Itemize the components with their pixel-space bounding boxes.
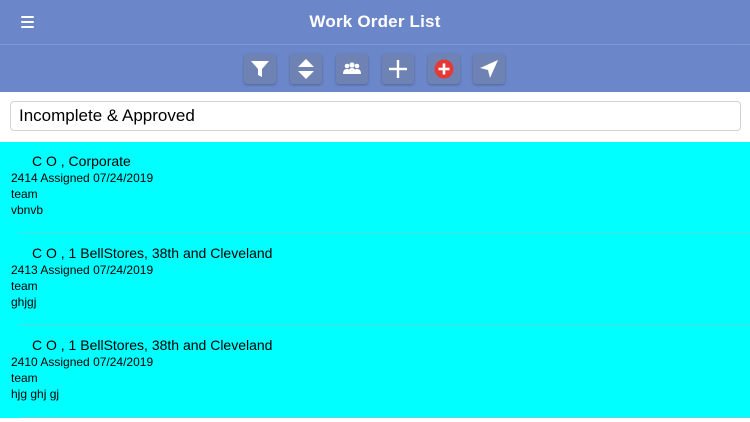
work-order-group: team bbox=[11, 187, 38, 201]
sort-icon bbox=[298, 59, 314, 79]
row-divider bbox=[20, 417, 750, 418]
list-item[interactable]: C O , 1 BellStores, 38th and Cleveland 2… bbox=[0, 234, 750, 326]
work-order-title: C O , 1 BellStores, 38th and Cleveland bbox=[32, 337, 273, 353]
list-item[interactable]: C O , Corporate 2414 Assigned 07/24/2019… bbox=[0, 142, 750, 234]
work-order-list: C O , Corporate 2414 Assigned 07/24/2019… bbox=[0, 142, 750, 422]
work-order-note: vbnvb bbox=[11, 203, 44, 217]
add-circle-icon bbox=[434, 59, 454, 79]
work-order-title: C O , 1 BellStores, 38th and Cleveland bbox=[32, 245, 273, 261]
add-work-order-button[interactable] bbox=[428, 54, 460, 84]
work-order-note: hjg ghj gj bbox=[11, 387, 60, 401]
work-order-group: team bbox=[11, 371, 38, 385]
filter-icon bbox=[251, 61, 269, 77]
list-item[interactable]: C O , 1 BellStores, 38th and Cleveland 2… bbox=[0, 326, 750, 418]
team-button[interactable] bbox=[336, 54, 368, 84]
navigation-bar: Work Order List bbox=[0, 0, 750, 44]
work-order-assigned: 2414 Assigned 07/24/2019 bbox=[11, 171, 154, 185]
sort-button[interactable] bbox=[290, 54, 322, 84]
work-order-group: team bbox=[11, 279, 38, 293]
work-order-title: C O , Corporate bbox=[32, 153, 131, 169]
work-order-note: ghjgj bbox=[11, 295, 37, 309]
toolbar bbox=[0, 44, 750, 92]
work-order-assigned: 2410 Assigned 07/24/2019 bbox=[11, 355, 154, 369]
status-filter-field[interactable]: Incomplete & Approved bbox=[10, 101, 741, 131]
team-icon bbox=[343, 62, 361, 74]
filter-button[interactable] bbox=[244, 54, 276, 84]
plus-icon bbox=[389, 60, 407, 78]
location-arrow-icon bbox=[480, 60, 498, 78]
work-order-assigned: 2413 Assigned 07/24/2019 bbox=[11, 263, 154, 277]
page-title: Work Order List bbox=[309, 12, 441, 31]
location-button[interactable] bbox=[473, 54, 505, 84]
add-button[interactable] bbox=[382, 54, 414, 84]
